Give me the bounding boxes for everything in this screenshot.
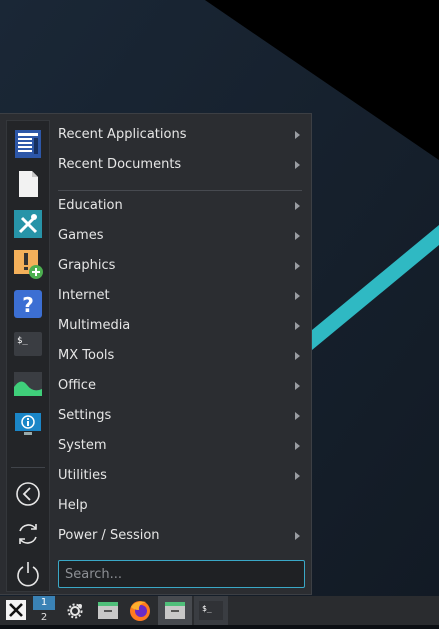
menu-item-label: Internet	[58, 288, 110, 303]
terminal-icon[interactable]: $_	[13, 329, 43, 359]
submenu-arrow-icon	[295, 382, 300, 390]
menu-item-recent-documents[interactable]: Recent Documents	[52, 150, 304, 180]
submenu-arrow-icon	[295, 442, 300, 450]
menu-item-games[interactable]: Games	[52, 221, 304, 251]
terminal-task-icon[interactable]: $_	[194, 596, 228, 625]
svg-text:$_: $_	[202, 604, 212, 613]
menu-item-recent-applications[interactable]: Recent Applications	[52, 120, 304, 150]
submenu-arrow-icon	[295, 232, 300, 240]
file-manager-icon[interactable]	[94, 596, 122, 625]
menu-item-label: MX Tools	[58, 348, 115, 363]
menu-item-label: Games	[58, 228, 104, 243]
submenu-arrow-icon	[295, 161, 300, 169]
firefox-icon[interactable]	[126, 596, 154, 625]
menu-item-label: Multimedia	[58, 318, 131, 333]
menu-item-label: Graphics	[58, 258, 116, 273]
submenu-arrow-icon	[295, 412, 300, 420]
menu-item-graphics[interactable]: Graphics	[52, 251, 304, 281]
menu-item-office[interactable]: Office	[52, 371, 304, 401]
submenu-arrow-icon	[295, 472, 300, 480]
menu-sidebar: ? $_	[6, 120, 50, 592]
settings-tools-icon[interactable]	[13, 209, 43, 239]
submenu-arrow-icon	[295, 131, 300, 139]
start-menu-button-icon[interactable]	[3, 596, 29, 625]
menu-search-input[interactable]	[58, 560, 305, 588]
menu-item-settings[interactable]: Settings	[52, 401, 304, 431]
package-installer-icon[interactable]	[13, 249, 43, 279]
refresh-icon[interactable]	[13, 519, 43, 549]
taskbar-panel: 1 2 $_	[0, 596, 439, 625]
submenu-arrow-icon	[295, 292, 300, 300]
menu-item-label: Utilities	[58, 468, 107, 483]
menu-item-label: System	[58, 438, 107, 453]
menu-item-multimedia[interactable]: Multimedia	[52, 311, 304, 341]
menu-item-internet[interactable]: Internet	[52, 281, 304, 311]
workspace-1[interactable]: 1	[33, 596, 55, 610]
submenu-arrow-icon	[295, 262, 300, 270]
system-monitor-icon[interactable]	[13, 369, 43, 399]
menu-item-label: Education	[58, 198, 123, 213]
settings-gear-icon[interactable]	[64, 596, 86, 625]
system-info-icon[interactable]	[13, 409, 43, 439]
menu-item-power-session[interactable]: Power / Session	[52, 521, 304, 551]
sidebar-divider	[11, 467, 45, 468]
file-manager-task[interactable]	[158, 596, 192, 625]
workspace-2[interactable]: 2	[33, 611, 55, 625]
workspace-switcher[interactable]: 1 2	[33, 596, 55, 625]
power-icon[interactable]	[13, 559, 43, 589]
submenu-arrow-icon	[295, 202, 300, 210]
menu-item-label: Power / Session	[58, 528, 160, 543]
menu-item-utilities[interactable]: Utilities	[52, 461, 304, 491]
recent-apps-icon[interactable]	[13, 129, 43, 159]
svg-text:?: ?	[22, 293, 34, 317]
menu-item-education[interactable]: Education	[52, 191, 304, 221]
help-icon[interactable]: ?	[13, 289, 43, 319]
recent-docs-icon[interactable]	[13, 169, 43, 199]
menu-item-help[interactable]: Help	[52, 491, 304, 521]
menu-item-label: Help	[58, 498, 88, 513]
file-manager-task-icon	[165, 602, 185, 619]
submenu-arrow-icon	[295, 322, 300, 330]
application-menu: ? $_ Recent Applications Recent Document…	[0, 113, 312, 595]
menu-item-system[interactable]: System	[52, 431, 304, 461]
svg-text:$_: $_	[17, 336, 28, 346]
menu-item-label: Settings	[58, 408, 112, 423]
menu-item-label: Office	[58, 378, 96, 393]
menu-item-label: Recent Applications	[58, 127, 187, 142]
submenu-arrow-icon	[295, 352, 300, 360]
submenu-arrow-icon	[295, 532, 300, 540]
menu-item-mx-tools[interactable]: MX Tools	[52, 341, 304, 371]
menu-item-label: Recent Documents	[58, 157, 182, 172]
back-icon[interactable]	[13, 479, 43, 509]
